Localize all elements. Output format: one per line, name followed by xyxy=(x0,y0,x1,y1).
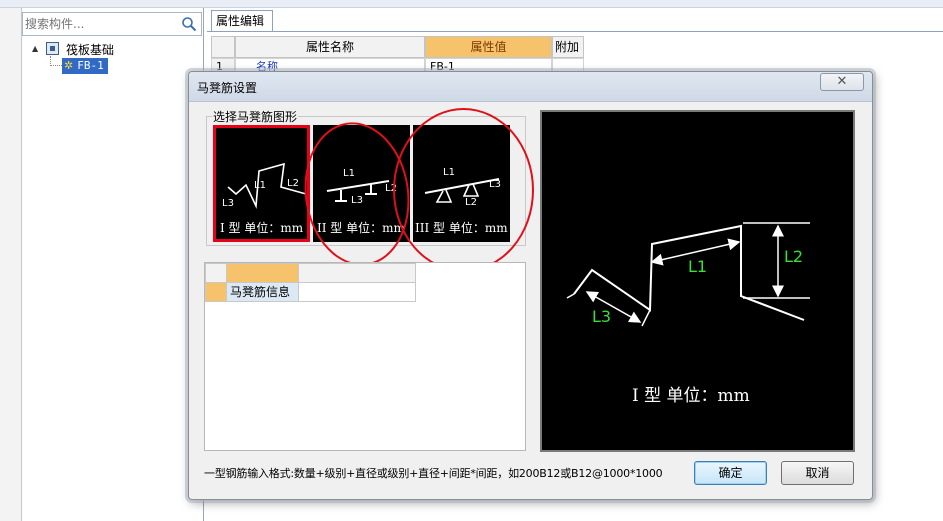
header-property-name[interactable]: 属性名称 xyxy=(235,36,425,58)
component-tree-pane xyxy=(0,8,204,521)
tree-connector xyxy=(50,56,62,66)
tree-item-raft-foundation[interactable]: 筏板基础 xyxy=(66,41,114,57)
type1-l2-label: L2 xyxy=(287,178,299,189)
rebar-chair-dialog: 马凳筋设置 ✕ 选择马凳筋图形 L1 L2 L3 I 型 单位：mm L1 L2… xyxy=(188,71,873,500)
type1-l1-label: L1 xyxy=(254,180,266,191)
info-row-indicator xyxy=(205,282,227,302)
search-input[interactable] xyxy=(25,15,175,33)
type1-caption: I 型 单位：mm xyxy=(220,220,304,235)
info-row-label: 马凳筋信息 xyxy=(226,282,299,302)
header-property-value[interactable]: 属性值 xyxy=(425,36,552,58)
tree-item-fb1[interactable]: ✲ FB-1 xyxy=(62,58,108,74)
search-box[interactable] xyxy=(22,12,202,36)
shape-option-type1[interactable]: L1 L2 L3 I 型 单位：mm xyxy=(213,125,310,242)
dialog-title: 马凳筋设置 xyxy=(197,81,258,95)
close-icon: ✕ xyxy=(836,74,848,89)
tab-property-edit[interactable]: 属性编辑 xyxy=(211,10,273,32)
header-extra[interactable]: 附加 xyxy=(552,36,584,58)
left-side-strip xyxy=(0,8,22,521)
search-icon[interactable] xyxy=(181,16,197,32)
raft-foundation-icon xyxy=(46,42,59,55)
tree-collapse-icon[interactable]: ▲ xyxy=(32,44,41,53)
tab-divider xyxy=(207,31,943,32)
ok-button[interactable]: 确定 xyxy=(694,461,767,485)
info-row-value[interactable] xyxy=(298,282,416,302)
preview-l1-label: L1 xyxy=(688,257,707,276)
annotation-circle-type3 xyxy=(393,108,534,272)
info-grid-corner xyxy=(205,263,227,283)
tree-item-fb1-label: FB-1 xyxy=(77,59,104,72)
info-grid-header-2 xyxy=(298,263,416,283)
cancel-button[interactable]: 取消 xyxy=(781,461,854,485)
chair-info-grid: 马凳筋信息 xyxy=(204,262,526,451)
shape-preview: L2 L1 L3 I 型 单位：mm xyxy=(540,110,855,452)
info-grid-header xyxy=(226,263,299,283)
preview-drawing: L2 L1 L3 I 型 单位：mm xyxy=(566,222,810,406)
shape-group-label: 选择马凳筋图形 xyxy=(212,108,299,125)
type1-shape-icon: L1 L2 L3 I 型 单位：mm xyxy=(220,162,307,235)
preview-l3-label: L3 xyxy=(592,307,611,326)
grid-corner xyxy=(211,36,235,58)
type1-l3-label: L3 xyxy=(222,198,234,209)
dialog-titlebar[interactable]: 马凳筋设置 ✕ xyxy=(189,72,872,102)
preview-caption: I 型 单位：mm xyxy=(632,386,750,406)
component-icon: ✲ xyxy=(64,59,74,72)
top-toolbar xyxy=(0,0,943,8)
preview-l2-label: L2 xyxy=(784,247,803,266)
input-format-hint: 一型钢筋输入格式:数量+级别+直径或级别+直径+间距*间距，如200B12或B1… xyxy=(204,467,663,480)
close-button[interactable]: ✕ xyxy=(820,73,864,91)
